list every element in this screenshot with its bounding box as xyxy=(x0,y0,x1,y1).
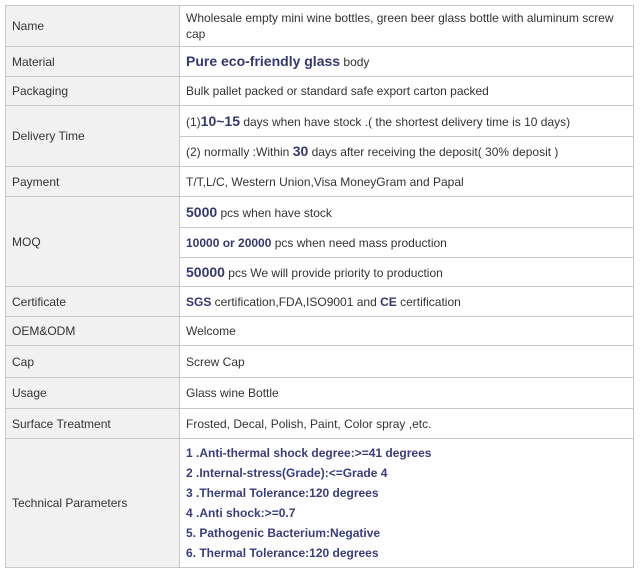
material-highlight: Pure eco-friendly glass xyxy=(186,53,341,69)
row-value-certificate: SGS certification,FDA,ISO9001 and CE cer… xyxy=(179,286,634,317)
row-label-usage: Usage xyxy=(5,377,180,409)
row-label-oem: OEM&ODM xyxy=(5,316,180,346)
row-value-name: Wholesale empty mini wine bottles, green… xyxy=(179,5,634,47)
delivery-line2-highlight: 30 xyxy=(292,143,309,159)
technical-item: 4 .Anti shock:>=0.7 xyxy=(186,506,296,520)
certificate-ce: CE xyxy=(380,294,397,309)
moq-line2-rest: pcs when need mass production xyxy=(271,235,447,250)
technical-item: 5. Pathogenic Bacterium:Negative xyxy=(186,526,381,540)
table-row: Name Wholesale empty mini wine bottles, … xyxy=(5,5,634,47)
row-label-technical: Technical Parameters xyxy=(5,438,180,568)
table-row: Certificate SGS certification,FDA,ISO900… xyxy=(5,286,634,317)
moq-line2-highlight: 10000 or 20000 xyxy=(186,235,272,250)
row-label-certificate: Certificate xyxy=(5,286,180,317)
moq-line1-highlight: 5000 xyxy=(186,203,218,220)
moq-line3-highlight: 50000 xyxy=(186,263,225,280)
certificate-sgs: SGS xyxy=(186,294,212,309)
technical-item: 3 .Thermal Tolerance:120 degrees xyxy=(186,486,379,500)
moq-line1-rest: pcs when have stock xyxy=(217,205,332,220)
table-row: MOQ 5000 pcs when have stock xyxy=(5,196,634,287)
table-row: Packaging Bulk pallet packed or standard… xyxy=(5,76,634,106)
row-value-payment: T/T,L/C, Western Union,Visa MoneyGram an… xyxy=(179,166,634,197)
row-value-material: Pure eco-friendly glass body xyxy=(179,46,634,77)
table-row: Payment T/T,L/C, Western Union,Visa Mone… xyxy=(5,166,634,197)
row-label-packaging: Packaging xyxy=(5,76,180,106)
row-label-cap: Cap xyxy=(5,345,180,378)
table-row: Delivery Time (1)10~15 days when have st… xyxy=(5,105,634,167)
delivery-line2-rest: days after receiving the deposit( 30% de… xyxy=(308,145,559,159)
delivery-line2-prefix: (2) normally :Within xyxy=(186,145,293,159)
certificate-rest: certification xyxy=(396,294,461,309)
row-label-delivery: Delivery Time xyxy=(5,105,180,167)
table-row: OEM&ODM Welcome xyxy=(5,316,634,346)
moq-line3-rest: pcs We will provide priority to producti… xyxy=(224,265,443,280)
row-value-oem: Welcome xyxy=(179,316,634,346)
table-row: Cap Screw Cap xyxy=(5,345,634,378)
row-value-delivery-2: (2) normally :Within 30 days after recei… xyxy=(179,136,634,167)
row-value-surface: Frosted, Decal, Polish, Paint, Color spr… xyxy=(179,408,634,439)
row-label-moq: MOQ xyxy=(5,196,180,287)
row-value-usage: Glass wine Bottle xyxy=(179,377,634,409)
row-value-technical: 1 .Anti-thermal shock degree:>=41 degree… xyxy=(179,438,634,568)
row-value-packaging: Bulk pallet packed or standard safe expo… xyxy=(179,76,634,106)
product-spec-table: Name Wholesale empty mini wine bottles, … xyxy=(5,5,634,568)
delivery-line1-highlight: 10~15 xyxy=(200,112,240,129)
row-value-moq-3: 50000 pcs We will provide priority to pr… xyxy=(179,257,634,287)
row-value-moq-1: 5000 pcs when have stock xyxy=(179,196,634,228)
delivery-line1-rest: days when have stock .( the shortest del… xyxy=(240,114,571,129)
row-label-material: Material xyxy=(5,46,180,77)
row-label-name: Name xyxy=(5,5,180,47)
table-row: Usage Glass wine Bottle xyxy=(5,377,634,409)
table-row: Material Pure eco-friendly glass body xyxy=(5,46,634,77)
row-label-surface: Surface Treatment xyxy=(5,408,180,439)
row-label-payment: Payment xyxy=(5,166,180,197)
delivery-line1-prefix: (1) xyxy=(186,114,201,129)
row-value-moq-2: 10000 or 20000 pcs when need mass produc… xyxy=(179,227,634,258)
certificate-mid: certification,FDA,ISO9001 and xyxy=(211,294,381,309)
table-row: Surface Treatment Frosted, Decal, Polish… xyxy=(5,408,634,439)
table-row: Technical Parameters 1 .Anti-thermal sho… xyxy=(5,438,634,568)
technical-item: 1 .Anti-thermal shock degree:>=41 degree… xyxy=(186,446,432,460)
technical-item: 2 .Internal-stress(Grade):<=Grade 4 xyxy=(186,466,388,480)
technical-item: 6. Thermal Tolerance:120 degrees xyxy=(186,546,379,560)
row-value-delivery-1: (1)10~15 days when have stock .( the sho… xyxy=(179,105,634,137)
row-value-cap: Screw Cap xyxy=(179,345,634,378)
material-rest: body xyxy=(340,55,370,69)
